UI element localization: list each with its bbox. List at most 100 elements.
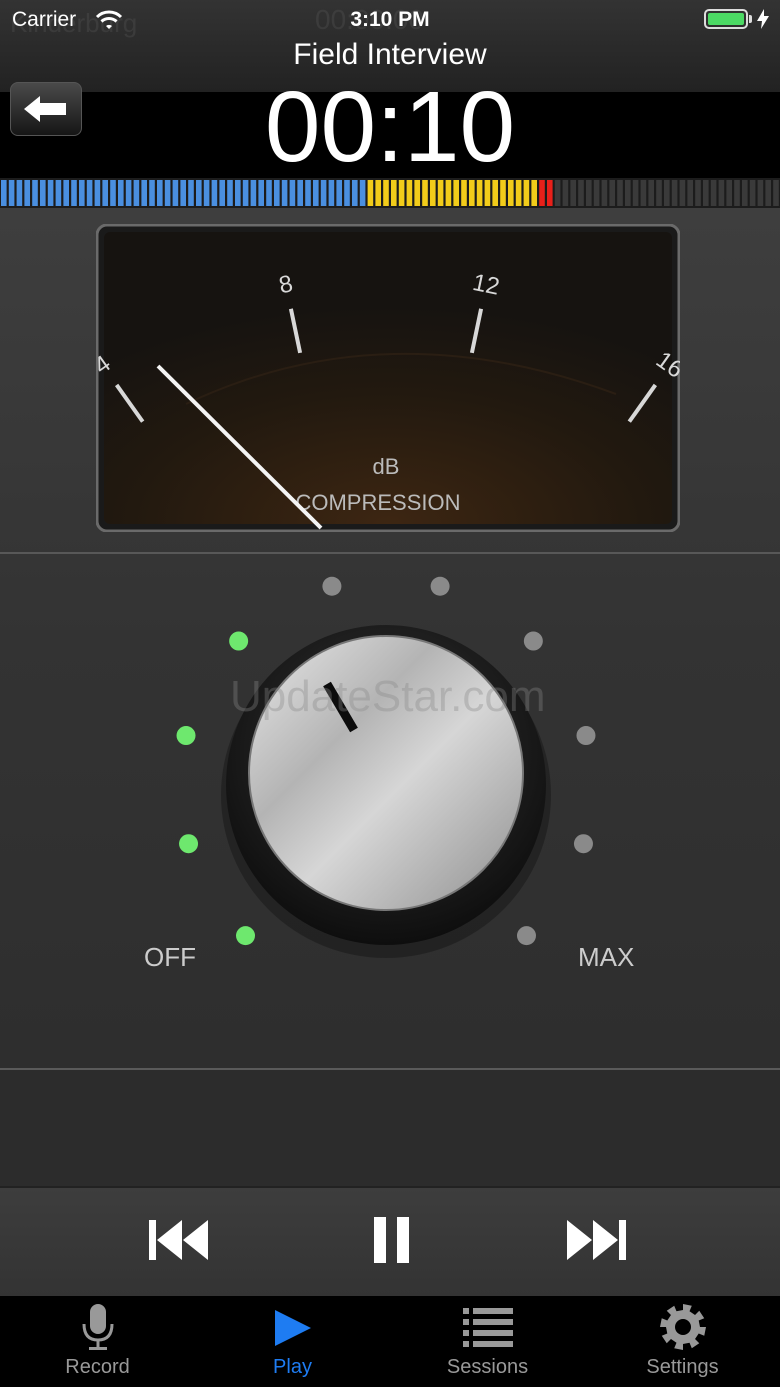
level-segment (359, 180, 366, 206)
knob-level-dot (430, 576, 450, 596)
level-segment (274, 180, 280, 206)
level-segment (328, 180, 335, 206)
level-segment (227, 180, 233, 206)
knob-level-dot (573, 834, 593, 854)
knob-max-label: MAX (578, 942, 635, 972)
level-segment (110, 180, 116, 206)
level-segment (422, 180, 428, 206)
skip-back-button[interactable] (139, 1208, 219, 1272)
level-segment (765, 180, 771, 206)
gear-icon (585, 1302, 780, 1352)
level-segment (219, 180, 225, 206)
level-segment (593, 180, 600, 206)
level-segment (656, 180, 662, 206)
level-segment (344, 180, 350, 206)
level-segment (586, 180, 592, 206)
knob-level-dot (236, 926, 256, 946)
level-segment (640, 180, 647, 206)
level-segment (578, 180, 584, 206)
knob-level-dot (229, 631, 249, 651)
tab-sessions-label: Sessions (446, 1356, 529, 1378)
level-segment (63, 180, 69, 206)
level-segment (133, 180, 140, 206)
tab-record-label: Record (65, 1356, 130, 1378)
level-segment (601, 180, 608, 206)
level-segment (188, 180, 194, 206)
level-segment (749, 180, 756, 206)
level-segment (445, 180, 452, 206)
level-segment (406, 180, 413, 206)
level-segment (203, 180, 210, 206)
level-segment (1, 180, 7, 206)
level-segment (157, 180, 163, 206)
arrow-left-icon (24, 96, 66, 122)
level-segment (687, 180, 693, 206)
level-segment (391, 180, 397, 206)
level-segment (289, 180, 296, 206)
knob-off-label: OFF (144, 942, 196, 972)
level-segment (336, 180, 342, 206)
level-segment (437, 180, 444, 206)
compression-knob-area (176, 576, 596, 958)
level-segment (352, 180, 358, 206)
panel-divider (0, 552, 780, 554)
tab-settings-label: Settings (646, 1356, 719, 1378)
level-segment (609, 180, 615, 206)
tab-record[interactable]: Record (0, 1296, 195, 1387)
level-segment (102, 180, 108, 206)
skip-forward-icon (567, 1220, 626, 1260)
level-segment (266, 180, 272, 206)
level-segment (40, 180, 46, 206)
tab-play[interactable]: Play (195, 1296, 390, 1387)
pause-button[interactable] (352, 1208, 432, 1272)
level-segment (94, 180, 101, 206)
level-segment (32, 180, 38, 206)
level-segment (297, 180, 303, 206)
vu-caption: COMPRESSION (295, 490, 460, 515)
level-segment (625, 180, 631, 206)
level-segment (469, 180, 475, 206)
level-segment (125, 180, 132, 206)
level-segment (547, 180, 553, 206)
level-segment (664, 180, 670, 206)
back-button[interactable] (10, 82, 82, 136)
level-segment (484, 180, 491, 206)
microphone-icon (0, 1302, 195, 1352)
level-segment (16, 180, 23, 206)
level-segment (718, 180, 725, 206)
level-segment (281, 180, 288, 206)
charging-bolt-icon (756, 8, 770, 35)
level-segment (118, 180, 124, 206)
level-segment (726, 180, 732, 206)
level-segment (570, 180, 576, 206)
skip-forward-button[interactable] (556, 1208, 636, 1272)
level-segment (617, 180, 623, 206)
level-segment (235, 180, 241, 206)
level-segment (695, 180, 701, 206)
level-segment (164, 180, 171, 206)
level-segment (242, 180, 249, 206)
tab-settings[interactable]: Settings (585, 1296, 780, 1387)
knob-level-dot (576, 726, 596, 746)
level-segment (320, 180, 327, 206)
tab-play-label: Play (273, 1356, 312, 1378)
play-icon (195, 1302, 390, 1352)
level-segment (508, 180, 514, 206)
level-segment (258, 180, 264, 206)
status-bar: Carrier 3:10 PM (0, 0, 780, 40)
tab-sessions[interactable]: Sessions (390, 1296, 585, 1387)
level-segment (430, 180, 436, 206)
level-segment (86, 180, 93, 206)
level-segment (196, 180, 202, 206)
knob-level-dot (179, 834, 199, 854)
level-segment (47, 180, 54, 206)
level-segment (742, 180, 748, 206)
level-segment (500, 180, 506, 206)
level-segment (375, 180, 381, 206)
clock-label: 3:10 PM (350, 8, 430, 31)
level-segment (453, 180, 459, 206)
level-segment (515, 180, 522, 206)
level-segment (703, 180, 709, 206)
skip-back-icon (149, 1220, 208, 1260)
level-segment (531, 180, 537, 206)
